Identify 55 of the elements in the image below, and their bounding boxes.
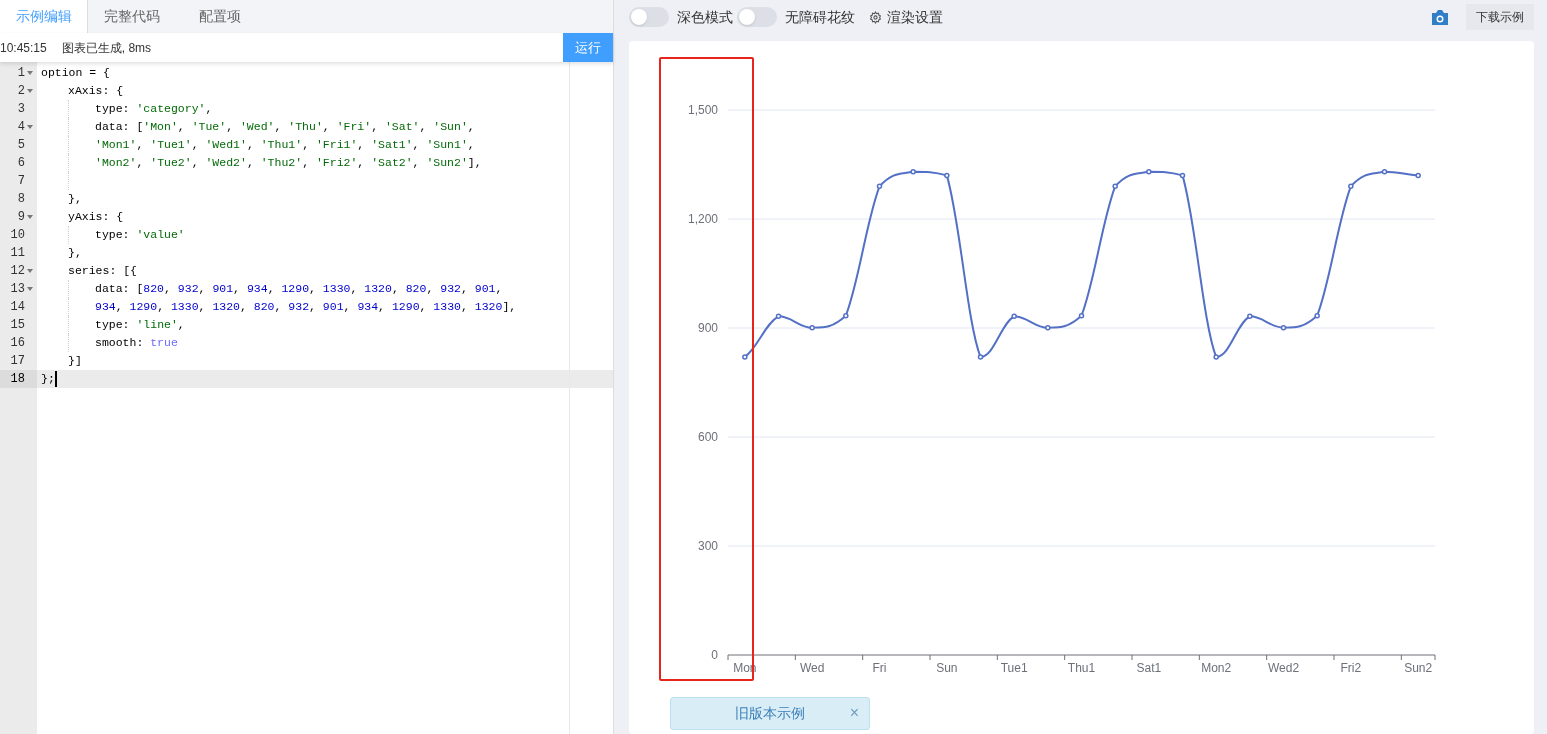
line-number: 1 — [17, 65, 25, 82]
y-axis-label: 0 — [711, 648, 718, 662]
code-line: option = { — [41, 65, 110, 81]
code-line: }] — [67, 353, 82, 369]
line-number: 16 — [10, 335, 25, 352]
x-axis-label: Mon2 — [1201, 661, 1232, 675]
code-line: type: 'line', — [41, 316, 185, 334]
line-number: 18 — [10, 371, 25, 388]
code-line: xAxis: { — [67, 83, 124, 99]
x-axis-label: Sat1 — [1136, 661, 1162, 675]
x-axis-label: Wed — [799, 661, 825, 675]
y-axis-label: 600 — [697, 430, 718, 444]
y-axis-label: 300 — [697, 539, 718, 553]
toggle-label: 无障碍花纹 — [785, 7, 855, 27]
line-number: 7 — [17, 173, 25, 190]
line-number: 5 — [17, 137, 25, 154]
y-axis-label: 1,500 — [687, 103, 718, 117]
line-number: 2 — [17, 83, 25, 100]
code-line: 'Mon2', 'Tue2', 'Wed2', 'Thu2', 'Fri2', 'Sat2', 'Sun2'], — [41, 154, 482, 172]
x-axis-label: Sun — [936, 661, 958, 675]
x-axis-label: Wed2 — [1267, 661, 1300, 675]
code-line: yAxis: { — [67, 209, 124, 225]
line-number: 14 — [10, 299, 25, 316]
line-number: 8 — [17, 191, 25, 208]
x-axis-label: Sun2 — [1404, 661, 1433, 675]
line-number: 13 — [10, 281, 25, 298]
status-time: 10:45:15 — [0, 39, 47, 57]
x-axis-label: Thu1 — [1067, 661, 1096, 675]
code-line: smooth: true — [41, 334, 178, 352]
line-number: 12 — [10, 263, 25, 280]
code-line: data: [820, 932, 901, 934, 1290, 1330, 1320, 820, 932, 901, — [41, 280, 503, 298]
code-line: 934, 1290, 1330, 1320, 820, 932, 901, 934, 1290, 1330, 1320], — [41, 298, 517, 316]
y-axis-label: 900 — [697, 321, 718, 335]
line-number: 17 — [10, 353, 25, 370]
code-line: type: 'category', — [41, 100, 213, 118]
line-number: 10 — [10, 227, 25, 244]
x-axis-label: Tue1 — [1000, 661, 1028, 675]
x-axis-label: Fri — [872, 661, 887, 675]
x-axis-label: Fri2 — [1340, 661, 1362, 675]
line-number: 9 — [17, 209, 25, 226]
code-line: 'Mon1', 'Tue1', 'Wed1', 'Thu1', 'Fri1', 'Sat1', 'Sun1', — [41, 136, 475, 154]
code-line: data: ['Mon', 'Tue', 'Wed', 'Thu', 'Fri', 'Sat', 'Sun', — [41, 118, 475, 136]
code-line: type: 'value' — [41, 226, 185, 244]
status-message: 图表已生成, 8ms — [61, 39, 152, 57]
toggle-label: 深色模式 — [677, 7, 733, 27]
line-number: 4 — [17, 119, 25, 136]
y-axis-label: 1,200 — [687, 212, 718, 226]
code-line: series: [{ — [67, 263, 137, 279]
line-number: 15 — [10, 317, 25, 334]
code-line: }, — [67, 245, 82, 261]
code-line: }; — [41, 371, 55, 387]
line-number: 6 — [17, 155, 25, 172]
line-number: 3 — [17, 101, 25, 118]
line-number: 11 — [10, 245, 25, 262]
code-line: }, — [67, 191, 82, 207]
